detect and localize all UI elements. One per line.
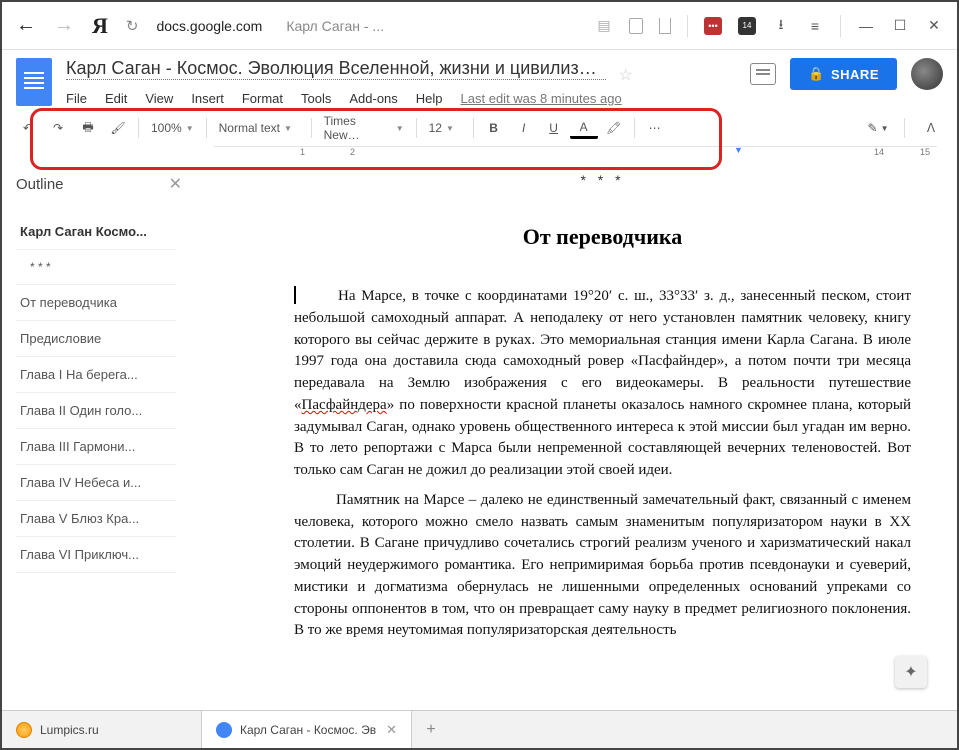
browser-tab-docs[interactable]: Карл Саган - Космос. Эв ✕ <box>202 711 412 748</box>
text-cursor <box>294 286 296 304</box>
close-outline-icon[interactable]: ✕ <box>169 174 182 194</box>
font-size-select[interactable]: 12▼ <box>423 114 467 142</box>
url-host[interactable]: docs.google.com <box>156 18 262 34</box>
explore-button[interactable]: ✦ <box>895 656 927 688</box>
back-button[interactable]: ← <box>16 14 36 37</box>
docs-header: Карл Саган - Космос. Эволюция Вселенной,… <box>2 50 957 106</box>
window-close[interactable]: ✕ <box>925 17 943 35</box>
menu-tools[interactable]: Tools <box>301 91 331 106</box>
share-button[interactable]: 🔒 SHARE <box>790 58 897 90</box>
lock-icon: 🔒 <box>808 66 825 82</box>
outline-item[interactable]: Глава IV Небеса и... <box>16 465 176 501</box>
window-minimize[interactable]: — <box>857 17 875 35</box>
new-tab-button[interactable]: + <box>412 711 450 748</box>
undo-button[interactable]: ↶ <box>14 114 42 142</box>
ublock-extension-icon[interactable]: 14 <box>738 17 756 35</box>
bold-button[interactable]: B <box>480 114 508 142</box>
outline-item[interactable]: Глава VI Приключ... <box>16 537 176 573</box>
paint-format-button[interactable]: 🖌 <box>104 114 132 142</box>
last-edit-link[interactable]: Last edit was 8 minutes ago <box>461 91 622 106</box>
downloads-icon[interactable]: ⭳ <box>772 17 790 35</box>
google-docs-logo[interactable] <box>16 58 52 106</box>
bookmark-icon[interactable] <box>659 18 671 34</box>
lastpass-extension-icon[interactable]: ••• <box>704 17 722 35</box>
account-avatar[interactable] <box>911 58 943 90</box>
outline-item[interactable]: * * * <box>16 250 176 285</box>
print-button[interactable]: 🖶 <box>74 114 102 142</box>
menu-bar: File Edit View Insert Format Tools Add-o… <box>66 91 738 106</box>
paragraph-1: На Марсе, в точке с координатами 19°20′ … <box>294 286 911 482</box>
menu-view[interactable]: View <box>145 91 173 106</box>
outline-item[interactable]: От переводчика <box>16 285 176 321</box>
menu-edit[interactable]: Edit <box>105 91 127 106</box>
document-page[interactable]: * * * От переводчика На Марсе, в точке с… <box>202 162 957 702</box>
reload-button[interactable]: ↻ <box>126 17 139 35</box>
hide-menus-button[interactable]: ᐱ <box>917 114 945 142</box>
editing-mode-button[interactable]: ✎▼ <box>864 114 892 142</box>
yandex-logo[interactable]: Я <box>92 13 108 39</box>
outline-item[interactable]: Предисловие <box>16 321 176 357</box>
document-title[interactable]: Карл Саган - Космос. Эволюция Вселенной,… <box>66 58 606 80</box>
style-select[interactable]: Normal text▼ <box>213 114 305 142</box>
forward-button[interactable]: → <box>54 14 74 37</box>
paragraph-2: Памятник на Марсе – далеко не единственн… <box>294 490 911 642</box>
horizontal-ruler[interactable]: 1 2 ▼ 14 15 <box>214 146 937 162</box>
browser-tab-lumpics[interactable]: Lumpics.ru <box>2 711 202 748</box>
outline-item[interactable]: Карл Саган Космо... <box>16 214 176 250</box>
menu-help[interactable]: Help <box>416 91 443 106</box>
menu-icon[interactable]: ≡ <box>806 17 824 35</box>
menu-addons[interactable]: Add-ons <box>349 91 397 106</box>
outline-item[interactable]: Глава II Один голо... <box>16 393 176 429</box>
comments-icon[interactable] <box>750 63 776 85</box>
document-heading: От переводчика <box>294 224 911 250</box>
redo-button[interactable]: ↷ <box>44 114 72 142</box>
font-select[interactable]: Times New…▼ <box>318 114 410 142</box>
more-button[interactable]: ⋯ <box>641 114 669 142</box>
menu-format[interactable]: Format <box>242 91 283 106</box>
separator-text: * * * <box>294 172 911 188</box>
highlight-button[interactable]: 🖍 <box>600 114 628 142</box>
tab-close-icon[interactable]: ✕ <box>386 722 397 738</box>
menu-insert[interactable]: Insert <box>191 91 224 106</box>
menu-file[interactable]: File <box>66 91 87 106</box>
outline-title: Outline <box>16 176 64 193</box>
outline-item[interactable]: Глава I На берега... <box>16 357 176 393</box>
protect-icon[interactable] <box>629 18 643 34</box>
browser-tabs-bar: Lumpics.ru Карл Саган - Космос. Эв ✕ + <box>2 710 957 748</box>
browser-toolbar: ← → Я ↻ docs.google.com Карл Саган - ...… <box>2 2 957 50</box>
zoom-select[interactable]: 100%▼ <box>145 114 200 142</box>
italic-button[interactable]: I <box>510 114 538 142</box>
underline-button[interactable]: U <box>540 114 568 142</box>
formatting-toolbar: ↶ ↷ 🖶 🖌 100%▼ Normal text▼ Times New…▼ 1… <box>2 110 957 146</box>
text-color-button[interactable]: A <box>570 117 598 139</box>
star-icon[interactable]: ☆ <box>618 67 632 84</box>
outline-item[interactable]: Глава III Гармони... <box>16 429 176 465</box>
lumpics-favicon <box>16 722 32 738</box>
outline-item[interactable]: Глава V Блюз Кра... <box>16 501 176 537</box>
url-title: Карл Саган - ... <box>286 18 384 34</box>
docs-favicon <box>216 722 232 738</box>
reader-icon[interactable]: ▤ <box>595 17 613 35</box>
outline-panel: Outline ✕ Карл Саган Космо...* * *От пер… <box>2 162 202 702</box>
explore-icon: ✦ <box>904 662 917 682</box>
window-maximize[interactable]: ☐ <box>891 17 909 35</box>
